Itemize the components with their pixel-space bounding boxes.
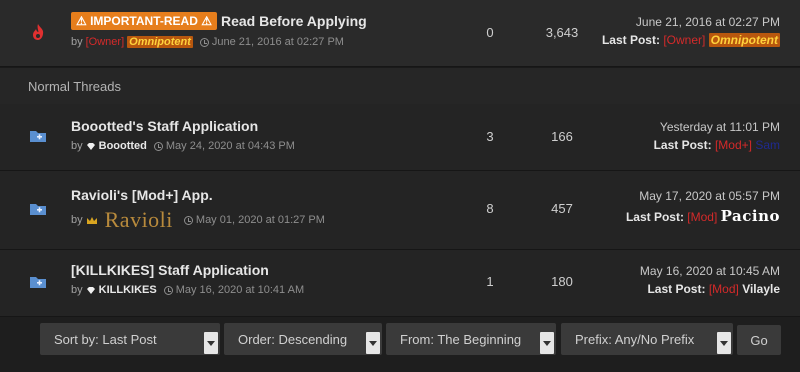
thread-meta: by Boootted May 24, 2020 at 04:43 PM [71,140,295,152]
thread-row: [KILLKIKES] Staff Application by KILLKIK… [0,250,800,317]
view-count: 457 [551,201,573,216]
last-post-username[interactable]: Pacino [721,207,780,225]
folder-icon [30,204,46,215]
by-label: by [71,140,83,152]
thread-date: May 16, 2020 at 10:41 AM [163,284,304,296]
prefix-select[interactable]: Prefix: Any/No Prefix [561,323,733,355]
thread-row: Boootted's Staff Application by Boootted… [0,104,800,171]
folder-icon [30,131,46,142]
order-select[interactable]: Order: Descending [224,323,382,355]
clock-icon [183,215,193,225]
reply-count: 3 [486,129,494,144]
chevron-down-icon[interactable] [540,332,554,354]
thread-meta: by [Owner] Omnipotent June 21, 2016 at 0… [71,36,344,48]
fire-icon [33,24,44,40]
thread-row: Ravioli's [Mod+] App. by Ravioli May 01,… [0,171,800,250]
last-post-date[interactable]: June 21, 2016 at 02:27 PM [602,15,780,29]
from-select[interactable]: From: The Beginning [386,323,556,355]
prefix-badge: ⚠ IMPORTANT-READ ⚠ [71,12,217,30]
reply-count: 8 [486,201,494,216]
last-post-rank: [Mod+] [714,138,752,152]
order-value: Order: Descending [238,331,348,347]
thread-date: May 01, 2020 at 01:27 PM [183,214,325,226]
thread-date: June 21, 2016 at 02:27 PM [199,36,344,48]
thread-title-text[interactable]: Read Before Applying [221,13,367,29]
sort-by-select[interactable]: Sort by: Last Post [40,323,220,355]
last-post-rank: [Mod] [708,282,739,296]
thread-meta: by KILLKIKES May 16, 2020 at 10:41 AM [71,284,304,296]
from-value: From: The Beginning [400,331,522,347]
reply-count: 0 [486,25,494,40]
last-post-user: Last Post: [Owner] Omnipotent [601,33,780,47]
last-post-rank: [Owner] [663,33,706,47]
chevron-down-icon[interactable] [717,332,731,354]
last-post-rank: [Mod] [687,210,718,224]
thread-title[interactable]: Boootted's Staff Application [71,118,258,134]
thread-row-sticky: ⚠ IMPORTANT-READ ⚠ Read Before Applying b… [0,0,800,67]
by-label: by [71,284,83,296]
view-count: 166 [551,129,573,144]
thread-date: May 24, 2020 at 04:43 PM [153,140,295,152]
folder-icon [30,277,46,288]
by-label: by [71,36,83,48]
view-count: 180 [551,274,573,289]
author-name[interactable]: Ravioli [105,207,173,233]
author-name[interactable]: Omnipotent [127,36,193,48]
last-post-date[interactable]: May 17, 2020 at 05:57 PM [626,189,780,203]
last-post-date[interactable]: May 16, 2020 at 10:45 AM [640,264,780,278]
last-post: Yesterday at 11:01 PM Last Post: [Mod+] … [654,120,780,152]
view-count: 3,643 [545,25,579,40]
author-rank: [Owner] [85,36,125,48]
prefix-value: Prefix: Any/No Prefix [575,331,695,347]
last-post-username[interactable]: Sam [755,138,780,152]
clock-icon [163,285,173,295]
last-post-username[interactable]: Vilayle [742,282,780,296]
last-post: May 17, 2020 at 05:57 PM Last Post: [Mod… [626,189,780,225]
sort-by-value: Sort by: Last Post [54,331,157,347]
chevron-down-icon[interactable] [204,332,218,354]
section-title: Normal Threads [28,79,121,94]
go-button[interactable]: Go [737,325,781,355]
crown-icon [86,216,97,224]
diamond-icon [86,142,95,150]
thread-title[interactable]: [KILLKIKES] Staff Application [71,262,269,278]
author-name[interactable]: KILLKIKES [99,284,157,296]
thread-title[interactable]: Ravioli's [Mod+] App. [71,187,213,203]
clock-icon [153,141,163,151]
diamond-icon [86,286,95,294]
clock-icon [199,37,209,47]
last-post-user: Last Post: [Mod] Pacino [625,207,780,225]
thread-title[interactable]: ⚠ IMPORTANT-READ ⚠ Read Before Applying [71,12,367,30]
chevron-down-icon[interactable] [366,332,380,354]
last-post-username[interactable]: Omnipotent [708,33,780,47]
author-name[interactable]: Boootted [99,140,147,152]
reply-count: 1 [486,274,494,289]
last-post: June 21, 2016 at 02:27 PM Last Post: [Ow… [602,15,780,47]
thread-sort-bar: Sort by: Last Post Order: Descending Fro… [0,317,800,372]
last-post: May 16, 2020 at 10:45 AM Last Post: [Mod… [640,264,780,296]
thread-meta: by Ravioli May 01, 2020 at 01:27 PM [71,207,325,233]
section-header: Normal Threads [0,67,800,105]
by-label: by [71,214,83,226]
last-post-user: Last Post: [Mod+] Sam [653,138,780,152]
last-post-date[interactable]: Yesterday at 11:01 PM [654,120,780,134]
last-post-user: Last Post: [Mod] Vilayle [647,282,780,296]
